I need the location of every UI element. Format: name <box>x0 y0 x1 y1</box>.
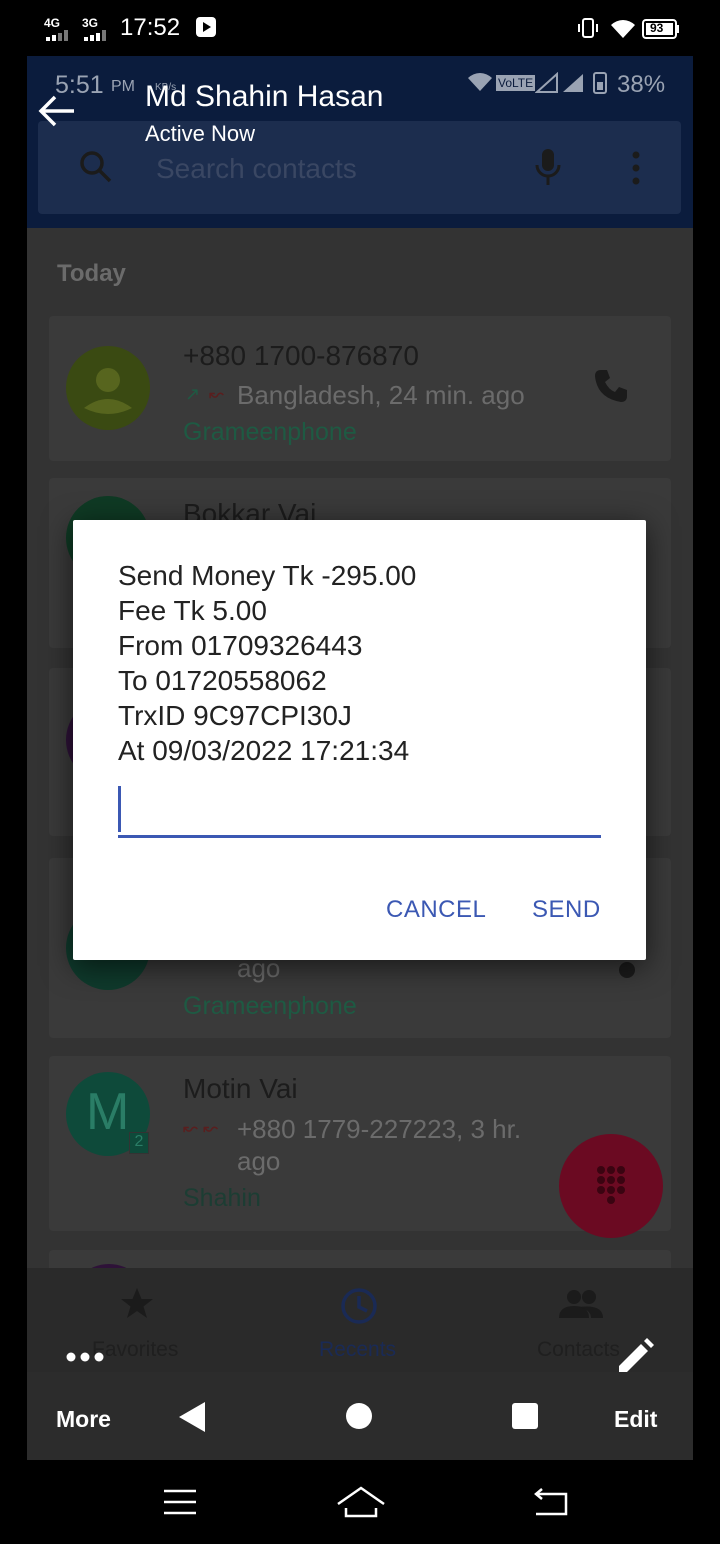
phone-icon[interactable] <box>615 958 639 987</box>
send-money-dialog: Send Money Tk -295.00 Fee Tk 5.00 From 0… <box>73 520 646 960</box>
message-line: From 01709326443 <box>118 630 363 661</box>
missed-call-icon: ↜ <box>209 384 225 404</box>
avatar-letter: M <box>86 1083 130 1141</box>
search-placeholder: Search contacts <box>156 153 357 184</box>
search-bar[interactable]: Search contacts <box>38 121 681 214</box>
inner-battery-icon <box>593 70 607 99</box>
system-nav-bar <box>0 1460 720 1544</box>
call-detail-tail: ago <box>237 1146 281 1176</box>
back-triangle-icon[interactable] <box>177 1400 207 1439</box>
message-line: At 09/03/2022 17:21:34 <box>118 735 410 766</box>
carrier: Grameenphone <box>183 992 357 1020</box>
signal-icon <box>84 28 112 46</box>
search-icon <box>78 149 114 190</box>
inner-ampm: PM <box>111 78 135 95</box>
action-bar: More Edit <box>27 1372 693 1460</box>
contact-name: Motin Vai <box>183 1073 298 1104</box>
tab-label: Recents <box>319 1338 397 1361</box>
text-caret <box>118 786 121 832</box>
signal-icon <box>46 28 74 46</box>
phone-icon[interactable] <box>593 368 629 409</box>
dialog-message: Send Money Tk -295.00 Fee Tk 5.00 From 0… <box>118 558 416 768</box>
inner-wifi-icon <box>467 72 493 97</box>
more-dots-icon[interactable] <box>66 1350 106 1368</box>
list-item[interactable]: +880 1700-876870 ↗ ↜ Bangladesh, 24 min.… <box>49 316 671 461</box>
back-icon[interactable] <box>530 1488 568 1523</box>
chat-title: Md Shahin Hasan <box>145 80 384 113</box>
missed-call-icon: ↜ ↜ <box>183 1118 219 1138</box>
cancel-button[interactable]: CANCEL <box>386 896 486 924</box>
inner-volte: VoLTE <box>496 75 536 91</box>
inner-battery-level: 38% <box>617 71 666 98</box>
battery-level: 93 <box>650 21 664 35</box>
status-bar: 4G 3G 17:52 93 <box>0 0 720 56</box>
message-line: Fee Tk 5.00 <box>118 595 267 626</box>
clock: 17:52 <box>120 14 181 41</box>
send-button[interactable]: SEND <box>532 896 601 924</box>
more-button[interactable]: More <box>56 1406 111 1433</box>
avatar <box>66 346 150 430</box>
vibrate-icon <box>576 16 600 45</box>
home-icon[interactable] <box>336 1484 386 1525</box>
recents-square-icon[interactable] <box>511 1402 539 1435</box>
back-arrow-icon[interactable] <box>38 94 76 133</box>
carrier: Shahin <box>183 1184 261 1212</box>
outgoing-call-icon: ↗ <box>185 384 201 404</box>
message-line: TrxID 9C97CPI30J <box>118 700 352 731</box>
menu-icon[interactable] <box>163 1488 197 1521</box>
message-line: Send Money Tk -295.00 <box>118 560 417 591</box>
contact-name: +880 1700-876870 <box>183 340 419 371</box>
dialpad-fab[interactable] <box>559 1134 663 1238</box>
person-icon <box>84 368 132 414</box>
youtube-icon <box>196 17 216 42</box>
edit-button[interactable]: Edit <box>614 1406 657 1433</box>
star-icon <box>119 1286 155 1327</box>
inner-signal-icon <box>534 71 587 99</box>
call-detail: Bangladesh, 24 min. ago <box>237 380 525 410</box>
bottom-tabs: Favorites Recents Contacts <box>27 1268 693 1372</box>
carrier: Grameenphone <box>183 418 357 446</box>
message-line: To 01720558062 <box>118 665 327 696</box>
screen: 4G 3G 17:52 93 5:51 PM KB/s VoLTE 38% Se… <box>0 0 720 1544</box>
clock-icon <box>339 1286 379 1331</box>
reply-input[interactable] <box>118 786 601 838</box>
avatar-badge: 2 <box>129 1132 149 1154</box>
chat-status: Active Now <box>145 121 256 146</box>
mic-icon <box>534 147 562 192</box>
dialpad-icon <box>597 1166 625 1204</box>
tab-label: Contacts <box>537 1338 620 1361</box>
wifi-icon <box>610 18 636 45</box>
people-icon <box>559 1288 603 1327</box>
section-today: Today <box>57 260 126 287</box>
home-circle-icon[interactable] <box>345 1402 373 1435</box>
more-vert-icon <box>632 151 640 190</box>
tab-recents[interactable]: Recents <box>289 1276 429 1366</box>
call-detail: +880 1779-227223, 3 hr. <box>237 1114 522 1144</box>
